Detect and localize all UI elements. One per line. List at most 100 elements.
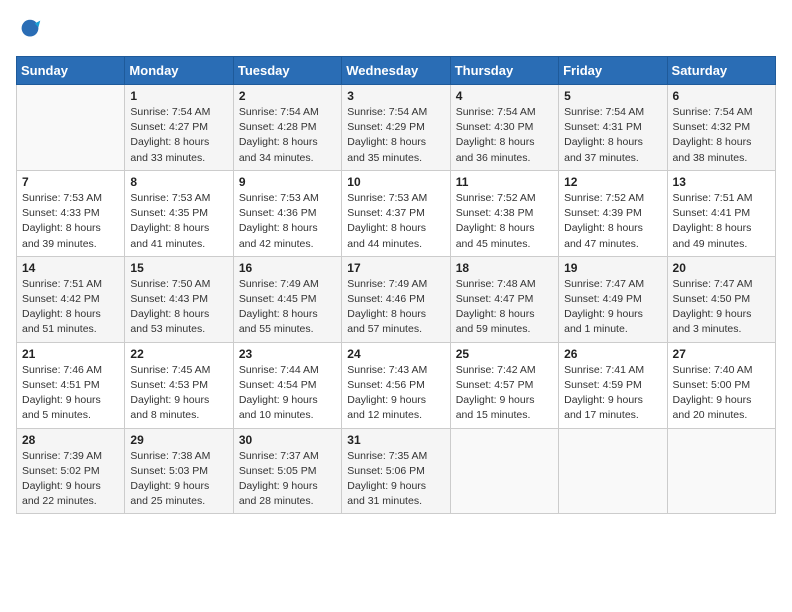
calendar-header: SundayMondayTuesdayWednesdayThursdayFrid… [17,57,776,85]
calendar-cell [17,85,125,171]
day-info: Sunrise: 7:43 AM Sunset: 4:56 PM Dayligh… [347,363,444,424]
day-info: Sunrise: 7:45 AM Sunset: 4:53 PM Dayligh… [130,363,227,424]
calendar-cell: 16 Sunrise: 7:49 AM Sunset: 4:45 PM Dayli… [233,256,341,342]
weekday-header: Sunday [17,57,125,85]
day-number: 23 [239,347,336,361]
day-info: Sunrise: 7:42 AM Sunset: 4:57 PM Dayligh… [456,363,553,424]
day-number: 27 [673,347,770,361]
calendar-cell: 11 Sunrise: 7:52 AM Sunset: 4:38 PM Dayli… [450,170,558,256]
calendar-cell: 18 Sunrise: 7:48 AM Sunset: 4:47 PM Dayli… [450,256,558,342]
calendar-cell: 7Sunrise: 7:53 AM Sunset: 4:33 PM Daylig… [17,170,125,256]
day-number: 6 [673,89,770,103]
day-info: Sunrise: 7:53 AM Sunset: 4:36 PM Dayligh… [239,191,336,252]
calendar-cell: 25 Sunrise: 7:42 AM Sunset: 4:57 PM Dayli… [450,342,558,428]
day-info: Sunrise: 7:54 AM Sunset: 4:30 PM Dayligh… [456,105,553,166]
calendar-cell: 1 Sunrise: 7:54 AM Sunset: 4:27 PM Daylig… [125,85,233,171]
day-number: 2 [239,89,336,103]
day-info: Sunrise: 7:54 AM Sunset: 4:32 PM Dayligh… [673,105,770,166]
day-number: 21 [22,347,119,361]
weekday-header: Friday [559,57,667,85]
day-number: 30 [239,433,336,447]
day-number: 15 [130,261,227,275]
day-number: 17 [347,261,444,275]
calendar-cell: 24 Sunrise: 7:43 AM Sunset: 4:56 PM Dayli… [342,342,450,428]
day-info: Sunrise: 7:46 AM Sunset: 4:51 PM Dayligh… [22,363,119,424]
day-info: Sunrise: 7:51 AM Sunset: 4:41 PM Dayligh… [673,191,770,252]
day-info: Sunrise: 7:37 AM Sunset: 5:05 PM Dayligh… [239,449,336,510]
calendar-cell: 2 Sunrise: 7:54 AM Sunset: 4:28 PM Daylig… [233,85,341,171]
calendar-cell: 9 Sunrise: 7:53 AM Sunset: 4:36 PM Daylig… [233,170,341,256]
calendar-cell: 26 Sunrise: 7:41 AM Sunset: 4:59 PM Dayli… [559,342,667,428]
day-info: Sunrise: 7:49 AM Sunset: 4:45 PM Dayligh… [239,277,336,338]
day-info: Sunrise: 7:52 AM Sunset: 4:39 PM Dayligh… [564,191,661,252]
day-number: 19 [564,261,661,275]
calendar-cell: 4 Sunrise: 7:54 AM Sunset: 4:30 PM Daylig… [450,85,558,171]
day-number: 22 [130,347,227,361]
calendar-cell: 6 Sunrise: 7:54 AM Sunset: 4:32 PM Daylig… [667,85,775,171]
weekday-header: Monday [125,57,233,85]
day-number: 7 [22,175,119,189]
calendar-week-row: 21 Sunrise: 7:46 AM Sunset: 4:51 PM Dayli… [17,342,776,428]
calendar-cell: 19Sunrise: 7:47 AM Sunset: 4:49 PM Dayli… [559,256,667,342]
calendar-cell: 10 Sunrise: 7:53 AM Sunset: 4:37 PM Dayli… [342,170,450,256]
calendar-cell: 23 Sunrise: 7:44 AM Sunset: 4:54 PM Dayli… [233,342,341,428]
day-number: 8 [130,175,227,189]
day-info: Sunrise: 7:44 AM Sunset: 4:54 PM Dayligh… [239,363,336,424]
calendar-week-row: 14 Sunrise: 7:51 AM Sunset: 4:42 PM Dayli… [17,256,776,342]
calendar-cell: 22 Sunrise: 7:45 AM Sunset: 4:53 PM Dayli… [125,342,233,428]
day-number: 3 [347,89,444,103]
calendar-week-row: 1 Sunrise: 7:54 AM Sunset: 4:27 PM Daylig… [17,85,776,171]
calendar-cell [450,428,558,514]
day-info: Sunrise: 7:49 AM Sunset: 4:46 PM Dayligh… [347,277,444,338]
day-number: 10 [347,175,444,189]
calendar-cell: 3 Sunrise: 7:54 AM Sunset: 4:29 PM Daylig… [342,85,450,171]
calendar-cell: 12Sunrise: 7:52 AM Sunset: 4:39 PM Dayli… [559,170,667,256]
calendar-cell [667,428,775,514]
day-number: 28 [22,433,119,447]
day-number: 5 [564,89,661,103]
day-info: Sunrise: 7:54 AM Sunset: 4:29 PM Dayligh… [347,105,444,166]
day-info: Sunrise: 7:41 AM Sunset: 4:59 PM Dayligh… [564,363,661,424]
day-info: Sunrise: 7:54 AM Sunset: 4:28 PM Dayligh… [239,105,336,166]
day-info: Sunrise: 7:52 AM Sunset: 4:38 PM Dayligh… [456,191,553,252]
day-number: 11 [456,175,553,189]
calendar-cell: 29Sunrise: 7:38 AM Sunset: 5:03 PM Dayli… [125,428,233,514]
day-info: Sunrise: 7:35 AM Sunset: 5:06 PM Dayligh… [347,449,444,510]
logo-icon [16,16,44,44]
day-number: 25 [456,347,553,361]
calendar-cell: 27Sunrise: 7:40 AM Sunset: 5:00 PM Dayli… [667,342,775,428]
calendar-cell: 20 Sunrise: 7:47 AM Sunset: 4:50 PM Dayli… [667,256,775,342]
day-number: 20 [673,261,770,275]
calendar-cell [559,428,667,514]
weekday-header: Tuesday [233,57,341,85]
calendar-table: SundayMondayTuesdayWednesdayThursdayFrid… [16,56,776,514]
day-number: 14 [22,261,119,275]
page-header [16,16,776,44]
calendar-cell: 15Sunrise: 7:50 AM Sunset: 4:43 PM Dayli… [125,256,233,342]
calendar-week-row: 7Sunrise: 7:53 AM Sunset: 4:33 PM Daylig… [17,170,776,256]
day-info: Sunrise: 7:54 AM Sunset: 4:27 PM Dayligh… [130,105,227,166]
calendar-cell: 13 Sunrise: 7:51 AM Sunset: 4:41 PM Dayli… [667,170,775,256]
weekday-header: Saturday [667,57,775,85]
day-number: 16 [239,261,336,275]
calendar-body: 1 Sunrise: 7:54 AM Sunset: 4:27 PM Daylig… [17,85,776,514]
day-info: Sunrise: 7:39 AM Sunset: 5:02 PM Dayligh… [22,449,119,510]
day-info: Sunrise: 7:53 AM Sunset: 4:37 PM Dayligh… [347,191,444,252]
day-number: 1 [130,89,227,103]
day-info: Sunrise: 7:51 AM Sunset: 4:42 PM Dayligh… [22,277,119,338]
day-number: 13 [673,175,770,189]
day-number: 29 [130,433,227,447]
day-number: 18 [456,261,553,275]
day-info: Sunrise: 7:48 AM Sunset: 4:47 PM Dayligh… [456,277,553,338]
day-number: 9 [239,175,336,189]
day-number: 4 [456,89,553,103]
calendar-cell: 5 Sunrise: 7:54 AM Sunset: 4:31 PM Daylig… [559,85,667,171]
weekday-header: Wednesday [342,57,450,85]
day-number: 24 [347,347,444,361]
day-info: Sunrise: 7:54 AM Sunset: 4:31 PM Dayligh… [564,105,661,166]
calendar-cell: 31Sunrise: 7:35 AM Sunset: 5:06 PM Dayli… [342,428,450,514]
day-number: 26 [564,347,661,361]
day-info: Sunrise: 7:47 AM Sunset: 4:50 PM Dayligh… [673,277,770,338]
weekday-header: Thursday [450,57,558,85]
calendar-cell: 21 Sunrise: 7:46 AM Sunset: 4:51 PM Dayli… [17,342,125,428]
